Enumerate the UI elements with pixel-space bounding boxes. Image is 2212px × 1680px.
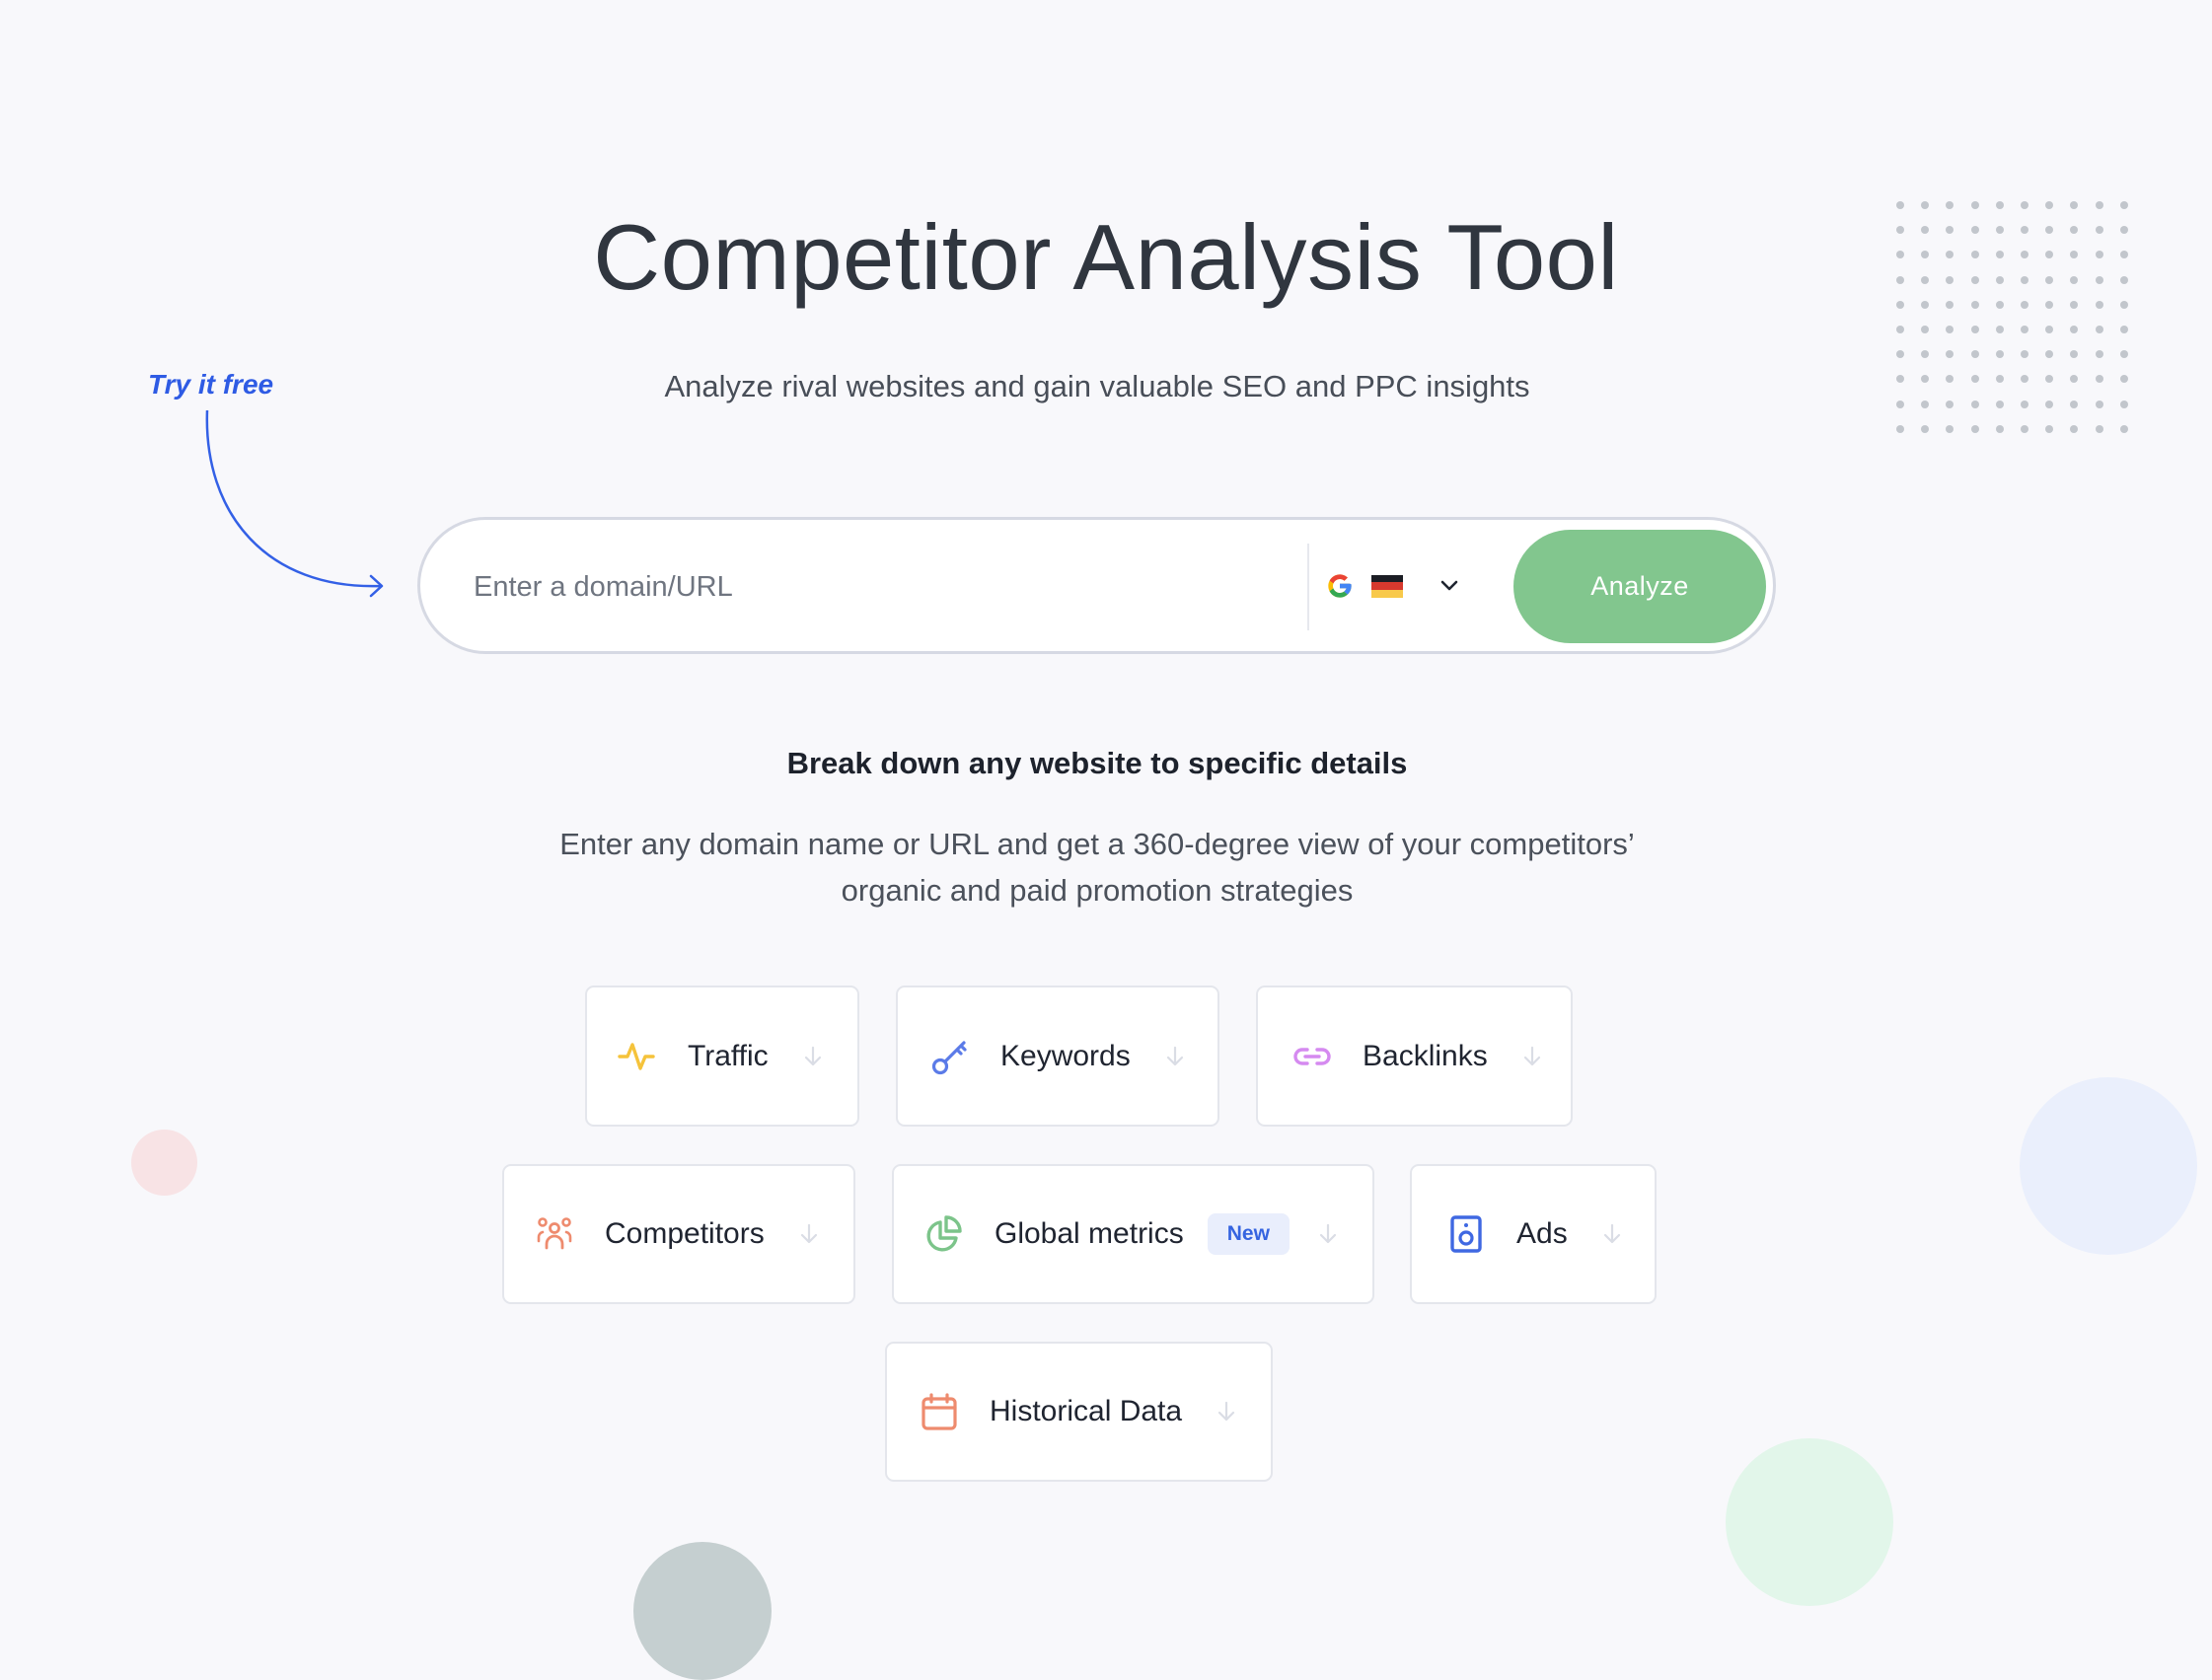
decorative-circle-green <box>1726 1438 1893 1606</box>
feature-label: Backlinks <box>1363 1039 1488 1072</box>
decorative-dot <box>2095 325 2103 333</box>
section-heading: Break down any website to specific detai… <box>786 746 1408 780</box>
feature-label: Ads <box>1516 1217 1568 1250</box>
decorative-dot <box>1995 350 2004 359</box>
feature-card-competitors[interactable]: Competitors <box>502 1164 855 1304</box>
ad-speaker-icon <box>1450 1215 1482 1253</box>
decorative-dot <box>1921 424 1930 433</box>
arrow-down-icon <box>800 1223 817 1244</box>
germany-flag-icon <box>1371 574 1403 598</box>
decorative-dot <box>2119 424 2128 433</box>
decorative-dot <box>1921 325 1930 333</box>
arrow-down-icon <box>1319 1223 1337 1244</box>
key-icon <box>931 1040 967 1074</box>
feature-card-keywords[interactable]: Keywords <box>896 986 1219 1127</box>
link-icon <box>1293 1047 1331 1065</box>
decorative-circle-blue <box>2020 1077 2197 1255</box>
feature-label: Keywords <box>1000 1039 1131 1072</box>
domain-search-bar: Analyze <box>417 517 1776 654</box>
decorative-dot <box>1921 350 1930 359</box>
decorative-dot <box>2045 325 2054 333</box>
decorative-dot <box>2020 350 2028 359</box>
feature-card-ads[interactable]: Ads <box>1410 1164 1657 1304</box>
section-description-line1: Enter any domain name or URL and get a 3… <box>559 827 1635 861</box>
arrow-down-icon <box>1523 1046 1540 1065</box>
arrow-down-icon <box>1166 1046 1183 1065</box>
decorative-dot <box>1896 350 1904 359</box>
google-icon <box>1328 574 1352 598</box>
users-icon <box>537 1217 572 1250</box>
decorative-dot <box>1896 325 1904 333</box>
feature-label: Competitors <box>605 1217 765 1250</box>
pie-chart-icon <box>926 1215 962 1252</box>
arrow-down-icon <box>804 1046 821 1065</box>
decorative-dot <box>2020 325 2028 333</box>
decorative-circle-gray <box>633 1542 772 1680</box>
arrow-down-icon <box>1603 1223 1620 1244</box>
decorative-dot <box>1970 350 1979 359</box>
decorative-dot <box>2119 350 2128 359</box>
decorative-dot <box>1946 350 1954 359</box>
decorative-dot <box>2070 325 2079 333</box>
section-description-line2: organic and paid promotion strategies <box>841 873 1354 908</box>
decorative-dot <box>1995 424 2004 433</box>
decorative-dot <box>1995 325 2004 333</box>
decorative-dot <box>2070 350 2079 359</box>
feature-label: Global metrics <box>995 1217 1184 1250</box>
decorative-dot <box>2045 424 2054 433</box>
section-description: Enter any domain name or URL and get a 3… <box>0 821 2194 913</box>
page-subtitle: Analyze rival websites and gain valuable… <box>664 369 1530 403</box>
try-it-free-callout: Try it free <box>148 369 274 400</box>
curved-arrow-icon <box>205 409 384 598</box>
feature-label: Historical Data <box>990 1395 1183 1427</box>
decorative-dot <box>1896 424 1904 433</box>
feature-card-historical-data[interactable]: Historical Data <box>885 1342 1273 1482</box>
domain-url-input[interactable] <box>472 549 1265 624</box>
decorative-dot <box>1946 424 1954 433</box>
feature-label: Traffic <box>688 1039 769 1072</box>
decorative-dot <box>1970 424 1979 433</box>
pulse-icon <box>618 1042 655 1070</box>
decorative-circle-pink <box>131 1130 197 1196</box>
decorative-dot <box>2070 424 2079 433</box>
feature-card-global-metrics[interactable]: Global metrics New <box>892 1164 1374 1304</box>
search-engine-country-dropdown[interactable] <box>1326 561 1458 611</box>
new-badge: New <box>1207 1213 1290 1255</box>
decorative-dot <box>2045 350 2054 359</box>
feature-card-traffic[interactable]: Traffic <box>585 986 859 1127</box>
decorative-dot <box>2119 325 2128 333</box>
decorative-dot <box>1970 325 1979 333</box>
calendar-icon <box>922 1393 957 1430</box>
chevron-down-icon <box>1440 580 1458 591</box>
analyze-button[interactable]: Analyze <box>1513 530 1766 643</box>
decorative-dot <box>2020 424 2028 433</box>
search-divider <box>1307 544 1309 630</box>
arrow-down-icon <box>1217 1401 1235 1422</box>
decorative-dot <box>1946 325 1954 333</box>
decorative-dot <box>2095 350 2103 359</box>
decorative-dot <box>2095 424 2103 433</box>
feature-card-backlinks[interactable]: Backlinks <box>1256 986 1573 1127</box>
page-title: Competitor Analysis Tool <box>593 205 1619 309</box>
